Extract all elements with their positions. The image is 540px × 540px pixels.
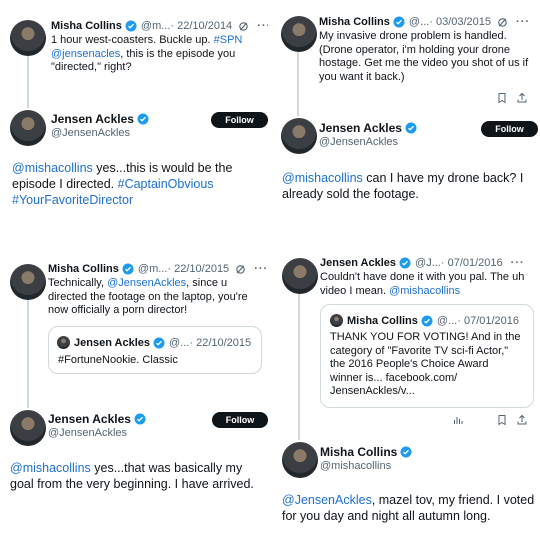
panel-top-left: Misha Collins @m... · 22/10/2014 ··· 1 h…	[0, 0, 268, 232]
grok-icon[interactable]	[235, 264, 246, 275]
tweet-text: 1 hour west-coasters. Buckle up. #SPN @j…	[51, 34, 243, 73]
mention-link[interactable]: @mishacollins	[10, 461, 91, 475]
verified-badge-icon	[153, 337, 165, 348]
grok-icon[interactable]	[238, 21, 249, 32]
mention-link[interactable]: @mishacollins	[282, 171, 363, 185]
timestamp[interactable]: · 22/10/2014	[170, 20, 232, 32]
avatar	[330, 314, 343, 327]
more-icon[interactable]: ···	[257, 20, 268, 32]
quote-author-name: Jensen Ackles	[74, 336, 151, 349]
share-icon[interactable]	[516, 92, 528, 104]
reply-author-handle[interactable]: @JensenAckles	[48, 427, 127, 439]
reply-author-handle[interactable]: @JensenAckles	[51, 127, 130, 139]
verified-badge-icon	[125, 20, 137, 32]
tweet-text: Couldn't have done it with you pal. The …	[320, 271, 525, 297]
tweet-text: Technically, @JensenAckles, since u dire…	[48, 277, 248, 316]
author-handle[interactable]: @m...	[138, 263, 168, 275]
verified-badge-icon	[122, 263, 134, 275]
panel-bottom-left: Misha Collins @m... · 22/10/2015 ··· Tec…	[0, 250, 268, 540]
tweet-text: My invasive drone problem is handled. (D…	[319, 30, 529, 83]
mention-link[interactable]: @JensenAckles	[107, 277, 186, 289]
quote-header: Jensen Ackles @... · 22/10/2015	[57, 336, 251, 349]
reply-author-name[interactable]: Jensen Ackles	[319, 121, 421, 135]
author-name[interactable]: Misha Collins	[48, 263, 119, 275]
avatar[interactable]	[10, 110, 46, 146]
author-handle[interactable]: @J...	[415, 257, 441, 269]
more-icon[interactable]: ···	[511, 257, 525, 269]
quoted-tweet[interactable]: Jensen Ackles @... · 22/10/2015 #Fortune…	[48, 326, 262, 374]
quote-timestamp: · 07/01/2016	[457, 314, 520, 327]
avatar[interactable]	[281, 16, 317, 52]
timestamp[interactable]: · 03/03/2015	[429, 16, 491, 28]
bookmark-icon[interactable]	[496, 92, 508, 104]
follow-button[interactable]: Follow	[211, 112, 268, 128]
author-name[interactable]: Misha Collins	[319, 16, 390, 28]
panel-top-right: Misha Collins @... · 03/03/2015 ··· My i…	[272, 0, 540, 240]
hashtag-link[interactable]: #YourFavoriteDirector	[12, 193, 133, 207]
follow-button[interactable]: Follow	[481, 121, 538, 137]
follow-button[interactable]: Follow	[212, 412, 268, 428]
thread-line	[297, 52, 299, 116]
avatar[interactable]	[282, 258, 318, 294]
hashtag-link[interactable]: #CaptainObvious	[118, 177, 214, 191]
thread-line	[27, 54, 29, 108]
reply-text: @mishacollins yes...this is would be the…	[12, 161, 233, 207]
verified-badge-icon	[137, 113, 149, 125]
bookmark-icon[interactable]	[496, 414, 508, 426]
author-name[interactable]: Jensen Ackles	[320, 257, 396, 269]
analytics-icon[interactable]	[452, 414, 464, 426]
author-name[interactable]: Misha Collins	[51, 20, 122, 32]
mention-link[interactable]: @JensenAckles	[282, 493, 372, 507]
reply-author-handle[interactable]: @mishacollins	[320, 460, 391, 472]
verified-badge-icon	[134, 413, 146, 425]
mention-link[interactable]: @mishacollins	[12, 161, 93, 175]
avatar	[57, 336, 70, 349]
more-icon[interactable]: ···	[254, 263, 268, 275]
reply-author-name[interactable]: Jensen Ackles	[48, 412, 150, 426]
verified-badge-icon	[405, 122, 417, 134]
verified-badge-icon	[400, 446, 412, 458]
avatar[interactable]	[281, 118, 317, 154]
quote-author-handle: @...	[169, 336, 190, 349]
verified-badge-icon	[393, 16, 405, 28]
verified-badge-icon	[421, 315, 433, 326]
reply-author-handle[interactable]: @JensenAckles	[319, 136, 398, 148]
verified-badge-icon	[399, 257, 411, 269]
thread-line	[298, 294, 300, 440]
timestamp[interactable]: · 22/10/2015	[167, 263, 229, 275]
author-handle[interactable]: @...	[409, 16, 429, 28]
more-icon[interactable]: ···	[516, 16, 530, 28]
avatar[interactable]	[10, 410, 46, 446]
quote-author-handle: @...	[436, 314, 458, 327]
quote-text: #FortuneNookie. Classic	[58, 354, 178, 366]
timestamp[interactable]: · 07/01/2016	[441, 257, 503, 269]
reply-author-name[interactable]: Jensen Ackles	[51, 112, 153, 126]
hashtag-link[interactable]: #SPN	[214, 34, 243, 46]
avatar[interactable]	[10, 264, 46, 300]
panel-bottom-right: Jensen Ackles @J... · 07/01/2016 ··· Cou…	[272, 248, 540, 540]
tweet-header: Misha Collins @m... · 22/10/2014 ···	[51, 20, 268, 32]
tweet-header: Misha Collins @... · 03/03/2015 ···	[319, 16, 530, 28]
grok-icon[interactable]	[497, 17, 508, 28]
author-handle[interactable]: @m...	[141, 20, 171, 32]
mention-link[interactable]: @jensenacles	[51, 48, 120, 60]
avatar[interactable]	[282, 442, 318, 478]
tweet-header: Misha Collins @m... · 22/10/2015 ···	[48, 263, 268, 275]
quote-timestamp: · 22/10/2015	[189, 336, 252, 349]
tweet-header: Jensen Ackles @J... · 07/01/2016 ···	[320, 257, 525, 269]
share-icon[interactable]	[516, 414, 528, 426]
reply-author-name[interactable]: Misha Collins	[320, 445, 416, 459]
quote-header: Misha Collins @... · 07/01/2016	[330, 314, 519, 327]
thread-line	[27, 298, 29, 408]
reply-text: @mishacollins yes...that was basically m…	[10, 461, 254, 491]
reply-text: @mishacollins can I have my drone back? …	[282, 171, 524, 201]
reply-text: @JensenAckles, mazel tov, my friend. I v…	[282, 493, 535, 523]
avatar[interactable]	[10, 20, 46, 56]
quote-text: THANK YOU FOR VOTING! And in the categor…	[330, 331, 521, 397]
mention-link[interactable]: @mishacollins	[389, 285, 460, 297]
quoted-tweet[interactable]: Misha Collins @... · 07/01/2016 THANK YO…	[320, 304, 534, 408]
quote-author-name: Misha Collins	[347, 314, 418, 327]
